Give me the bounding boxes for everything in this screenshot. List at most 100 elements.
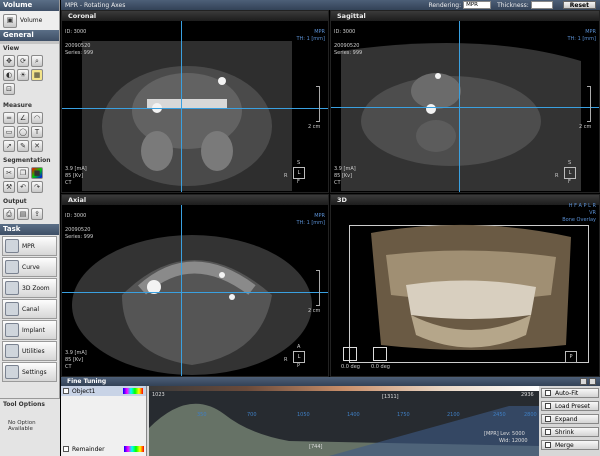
axial-orient-left: R [284,357,288,363]
load-preset-button[interactable]: Load Preset [541,401,599,411]
axial-crosshair-h[interactable] [62,292,328,293]
task-curve[interactable]: Curve [2,257,57,277]
merge-button[interactable]: Merge [541,440,599,450]
sculpt-icon[interactable]: ✂ [3,167,15,179]
close-icon[interactable] [589,378,596,385]
fine-tuning-panel: Fine Tuning Object1 Remainder 1023 350 7… [61,377,600,456]
window-lower-value[interactable]: [744] [309,444,322,450]
coronal-orientation-cube: L [293,167,305,179]
rotate-y-control[interactable] [373,347,387,361]
brush-icon[interactable]: ⚒ [3,181,15,193]
export-icon[interactable]: ⇪ [31,208,43,220]
sagittal-series: Series: 999 [334,50,363,56]
pan-icon[interactable]: ✥ [3,55,15,67]
volume-icon[interactable]: ▣ [3,13,17,28]
thickness-select[interactable] [530,1,553,9]
zoom-icon[interactable]: ⌕ [31,55,43,67]
task-header: Task [0,224,59,235]
list-item-remainder[interactable]: Remainder [61,444,147,454]
auto-fit-icon [545,390,551,396]
sagittal-crosshair-h[interactable] [331,107,599,108]
3d-orientation-cube: P [565,351,577,363]
task-mpr[interactable]: MPR [2,236,57,256]
remainder-checkbox[interactable] [63,446,69,452]
arrow-icon[interactable]: ➚ [3,140,15,152]
auto-fit-button[interactable]: Auto-Fit [541,388,599,398]
utilities-icon [5,344,19,358]
expand-icon [545,416,551,422]
redo-icon[interactable]: ↷ [31,181,43,193]
note-icon[interactable]: ✎ [17,140,29,152]
undo-icon[interactable]: ↶ [17,181,29,193]
view-header: View [3,45,20,52]
tick-700: 700 [247,412,257,418]
axial-date: 20090520 [65,227,91,233]
task-implant[interactable]: Implant [2,320,57,340]
area-icon[interactable]: ▭ [3,126,15,138]
range-min: 1023 [152,392,165,398]
coronal-scale-bar [316,86,320,122]
print-icon[interactable]: ⎙ [3,208,15,220]
task-settings[interactable]: Settings [2,362,57,382]
mpr-icon [5,239,19,253]
coronal-series: Series: 999 [65,50,94,56]
layers-icon[interactable]: ❐ [17,167,29,179]
axial-scale-label: 2 cm [308,308,321,314]
capture-icon[interactable]: ▤ [17,208,29,220]
segmentation-header: Segmentation [3,157,51,164]
rendering-select[interactable]: MPR [463,1,492,9]
fit-icon[interactable]: ⊡ [3,83,15,95]
window-upper-value[interactable]: [1311] [382,394,399,400]
color-icon[interactable]: ■ [31,167,43,179]
window-level-icon[interactable]: ◐ [3,69,15,81]
curve-icon [5,260,19,274]
task-utilities[interactable]: Utilities [2,341,57,361]
text-icon[interactable]: T [31,126,43,138]
coronal-crosshair-h[interactable] [62,108,328,109]
expand-button[interactable]: Expand [541,414,599,424]
brightness-icon[interactable]: ☀ [17,69,29,81]
tick-2450: 2450 [493,412,506,418]
histogram-curve [149,403,539,456]
axial-crosshair-v[interactable] [181,205,182,376]
tick-350: 350 [197,412,207,418]
tick-1400: 1400 [347,412,360,418]
axial-image [72,235,312,375]
fine-tuning-titlebar-buttons [580,378,596,385]
sagittal-crosshair-v[interactable] [459,21,460,192]
3d-angle-y: 0.0 deg [371,364,390,370]
shrink-button[interactable]: Shrink [541,427,599,437]
implant-icon [5,323,19,337]
rotate-icon[interactable]: ⟳ [17,55,29,67]
float-icon[interactable] [580,378,587,385]
coronal-crosshair-v[interactable] [181,21,182,192]
list-item-object1[interactable]: Object1 [61,386,146,396]
coronal-viewport[interactable]: Coronal ID: 3000 20090520 Series: 999 MP… [61,10,329,193]
sagittal-image [341,43,581,191]
sagittal-scale-bar [587,86,591,122]
reset-button[interactable]: Reset [562,1,596,9]
task-canal[interactable]: Canal [2,299,57,319]
sagittal-viewport[interactable]: Sagittal ID: 3000 20090520 Series: 999 M… [330,10,600,193]
delete-icon[interactable]: ✕ [31,140,43,152]
coronal-modality: CT [65,180,72,186]
axial-viewport[interactable]: Axial ID: 3000 20090520 Series: 999 MPR … [61,194,329,377]
task-3d-zoom[interactable]: 3D Zoom [2,278,57,298]
axial-ma: 3.9 [mA] [65,350,87,356]
3d-volume-render [371,224,571,350]
contrast-icon[interactable]: ▦ [31,69,43,81]
profile-icon[interactable]: ◠ [31,112,43,124]
3d-viewport[interactable]: 3D H F A P L R VR Bone Overlay 0.0 deg 0… [330,194,600,377]
coronal-ma: 3.9 [mA] [65,166,87,172]
ruler-icon[interactable]: ═ [3,112,15,124]
histogram-graph[interactable]: 1023 350 700 1050 1400 1750 2100 2450 28… [149,386,539,456]
axial-orient-top: A [297,344,301,350]
object1-checkbox[interactable] [63,388,69,394]
3d-zoom-icon [5,281,19,295]
ellipse-icon[interactable]: ◯ [17,126,29,138]
coronal-orient-top: S [297,160,301,166]
angle-icon[interactable]: ∠ [17,112,29,124]
rotate-x-control[interactable] [343,347,357,361]
coronal-mode: MPR [314,29,325,35]
tick-2100: 2100 [447,412,460,418]
